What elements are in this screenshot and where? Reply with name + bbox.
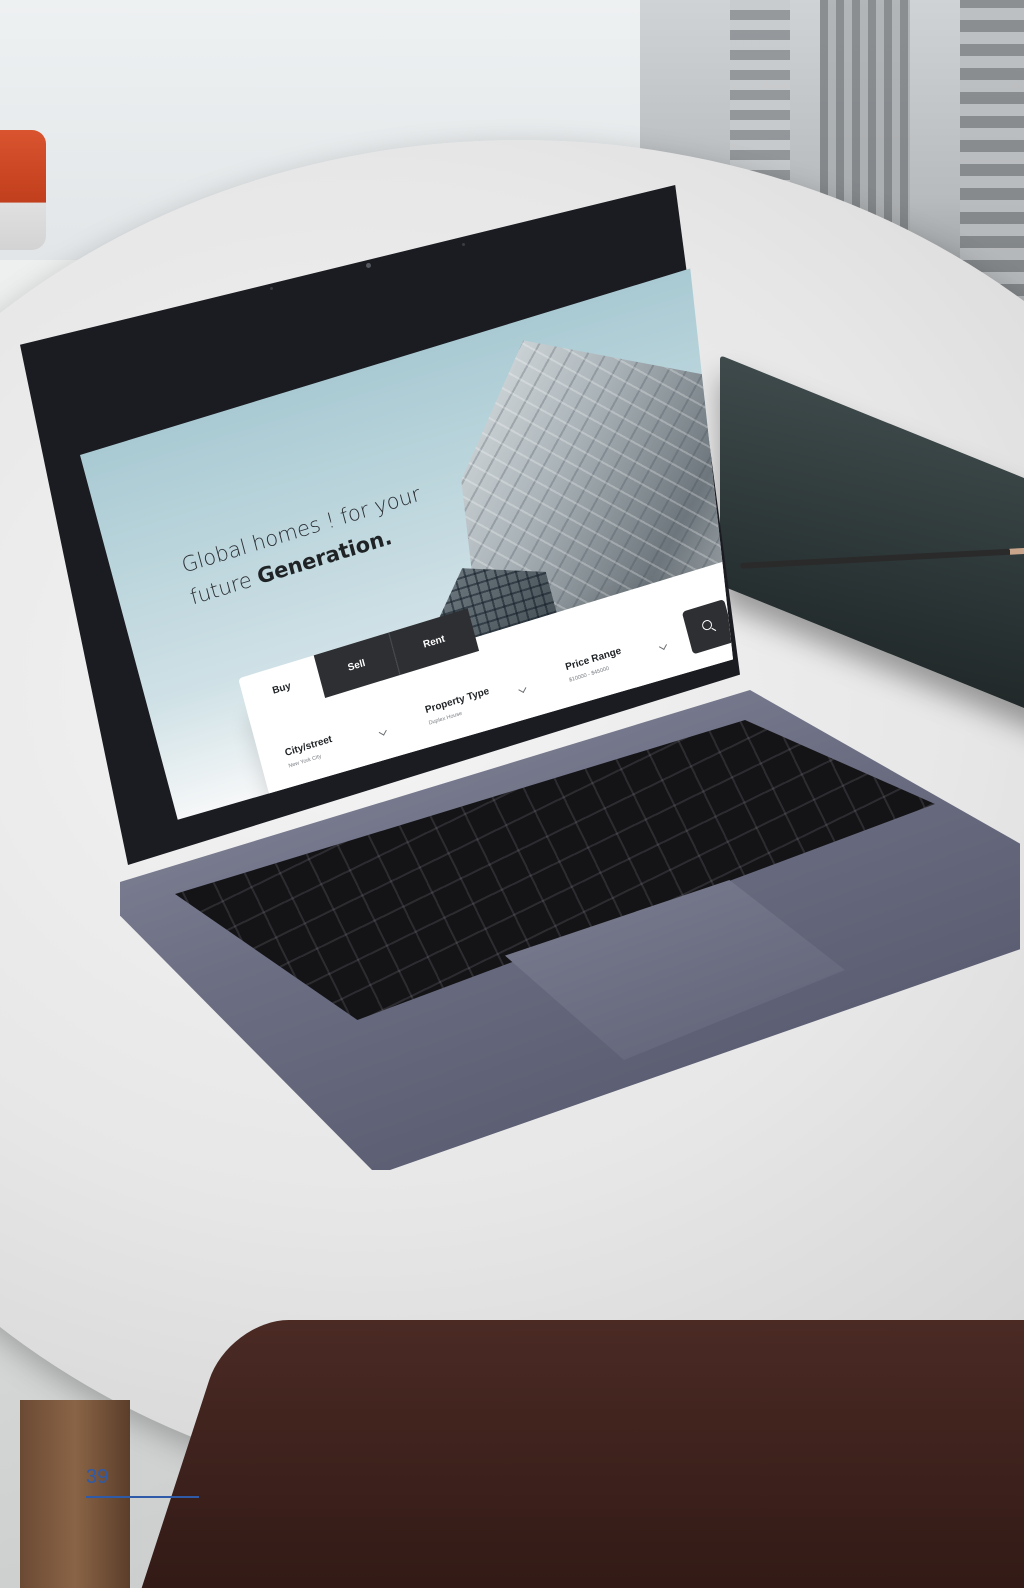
chevron-down-icon: [378, 727, 387, 736]
sensor-dot: [270, 287, 273, 290]
chevron-down-icon: [518, 684, 527, 693]
chevron-down-icon: [658, 641, 668, 650]
search-button[interactable]: [681, 599, 733, 655]
page-number: 39: [86, 1466, 109, 1488]
page-number-rule: [86, 1496, 199, 1498]
photo-scene: Global homes ! for your future Generatio…: [0, 0, 1024, 1588]
table-leg: [20, 1400, 130, 1588]
tab-sell[interactable]: Sell: [313, 632, 400, 698]
hero-title: Global homes ! for your future Generatio…: [178, 478, 433, 614]
search-icon: [700, 618, 714, 632]
red-object: [0, 130, 46, 250]
webcam-icon: [366, 263, 371, 268]
tab-rent[interactable]: Rent: [388, 608, 480, 676]
tab-buy[interactable]: Buy: [238, 655, 326, 722]
chair: [131, 1320, 1024, 1588]
sensor-dot: [462, 243, 465, 246]
